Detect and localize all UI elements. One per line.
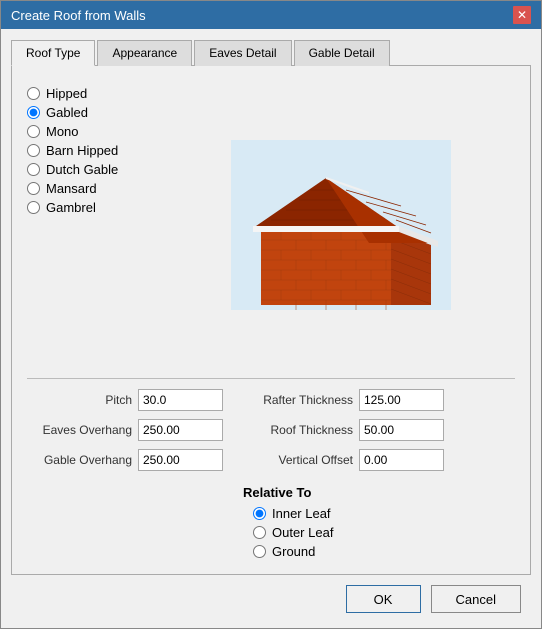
outer-leaf-label: Outer Leaf xyxy=(272,525,333,540)
gable-overhang-row: Gable Overhang xyxy=(27,449,223,471)
ground-label: Ground xyxy=(272,544,315,559)
fields-area: Pitch Eaves Overhang Gable Overhang Raft xyxy=(27,389,515,559)
button-row: OK Cancel xyxy=(11,575,531,618)
tab-roof-type[interactable]: Roof Type xyxy=(11,40,95,66)
dialog-content: Roof Type Appearance Eaves Detail Gable … xyxy=(1,29,541,628)
list-item[interactable]: Ground xyxy=(253,544,444,559)
pitch-row: Pitch xyxy=(27,389,223,411)
tab-gable-detail[interactable]: Gable Detail xyxy=(294,40,390,66)
hipped-radio[interactable] xyxy=(27,87,40,100)
gabled-label: Gabled xyxy=(46,105,88,120)
pitch-label: Pitch xyxy=(27,393,132,407)
rafter-thickness-label: Rafter Thickness xyxy=(243,393,353,407)
gambrel-radio[interactable] xyxy=(27,201,40,214)
gable-overhang-input[interactable] xyxy=(138,449,223,471)
roof-thickness-label: Roof Thickness xyxy=(243,423,353,437)
relative-to-options: Inner Leaf Outer Leaf Ground xyxy=(253,506,444,559)
tab-bar: Roof Type Appearance Eaves Detail Gable … xyxy=(11,39,531,66)
barn-hipped-label: Barn Hipped xyxy=(46,143,118,158)
vertical-offset-row: Vertical Offset xyxy=(243,449,444,471)
gabled-radio[interactable] xyxy=(27,106,40,119)
fields-right: Rafter Thickness Roof Thickness Vertical… xyxy=(243,389,444,559)
divider xyxy=(27,378,515,379)
vertical-offset-input[interactable] xyxy=(359,449,444,471)
inner-leaf-label: Inner Leaf xyxy=(272,506,331,521)
relative-to-section: Relative To Inner Leaf Outer Leaf xyxy=(243,485,444,559)
gable-overhang-label: Gable Overhang xyxy=(27,453,132,467)
ground-radio[interactable] xyxy=(253,545,266,558)
mansard-label: Mansard xyxy=(46,181,97,196)
list-item[interactable]: Barn Hipped xyxy=(27,143,167,158)
rafter-thickness-input[interactable] xyxy=(359,389,444,411)
ok-button[interactable]: OK xyxy=(346,585,421,613)
mansard-radio[interactable] xyxy=(27,182,40,195)
roof-thickness-input[interactable] xyxy=(359,419,444,441)
list-item[interactable]: Gabled xyxy=(27,105,167,120)
list-item[interactable]: Mono xyxy=(27,124,167,139)
mono-label: Mono xyxy=(46,124,79,139)
eaves-overhang-input[interactable] xyxy=(138,419,223,441)
title-bar: Create Roof from Walls ✕ xyxy=(1,1,541,29)
roof-preview xyxy=(167,81,515,368)
eaves-overhang-row: Eaves Overhang xyxy=(27,419,223,441)
roof-image xyxy=(231,140,451,310)
create-roof-dialog: Create Roof from Walls ✕ Roof Type Appea… xyxy=(0,0,542,629)
rafter-thickness-row: Rafter Thickness xyxy=(243,389,444,411)
list-item[interactable]: Dutch Gable xyxy=(27,162,167,177)
eaves-overhang-label: Eaves Overhang xyxy=(27,423,132,437)
dutch-gable-radio[interactable] xyxy=(27,163,40,176)
list-item[interactable]: Hipped xyxy=(27,86,167,101)
hipped-label: Hipped xyxy=(46,86,87,101)
pitch-input[interactable] xyxy=(138,389,223,411)
tab-eaves-detail[interactable]: Eaves Detail xyxy=(194,40,291,66)
barn-hipped-radio[interactable] xyxy=(27,144,40,157)
vertical-offset-label: Vertical Offset xyxy=(243,453,353,467)
outer-leaf-radio[interactable] xyxy=(253,526,266,539)
gambrel-label: Gambrel xyxy=(46,200,96,215)
list-item[interactable]: Mansard xyxy=(27,181,167,196)
roof-thickness-row: Roof Thickness xyxy=(243,419,444,441)
roof-type-area: Hipped Gabled Mono Barn Hipped xyxy=(27,81,515,368)
list-item[interactable]: Outer Leaf xyxy=(253,525,444,540)
mono-radio[interactable] xyxy=(27,125,40,138)
inner-leaf-radio[interactable] xyxy=(253,507,266,520)
tab-appearance[interactable]: Appearance xyxy=(97,40,192,66)
close-button[interactable]: ✕ xyxy=(513,6,531,24)
list-item[interactable]: Gambrel xyxy=(27,200,167,215)
dutch-gable-label: Dutch Gable xyxy=(46,162,118,177)
relative-to-title: Relative To xyxy=(243,485,444,500)
cancel-button[interactable]: Cancel xyxy=(431,585,521,613)
tab-content-roof-type: Hipped Gabled Mono Barn Hipped xyxy=(11,66,531,575)
fields-left: Pitch Eaves Overhang Gable Overhang xyxy=(27,389,223,559)
roof-type-radio-group: Hipped Gabled Mono Barn Hipped xyxy=(27,81,167,368)
list-item[interactable]: Inner Leaf xyxy=(253,506,444,521)
dialog-title: Create Roof from Walls xyxy=(11,8,146,23)
